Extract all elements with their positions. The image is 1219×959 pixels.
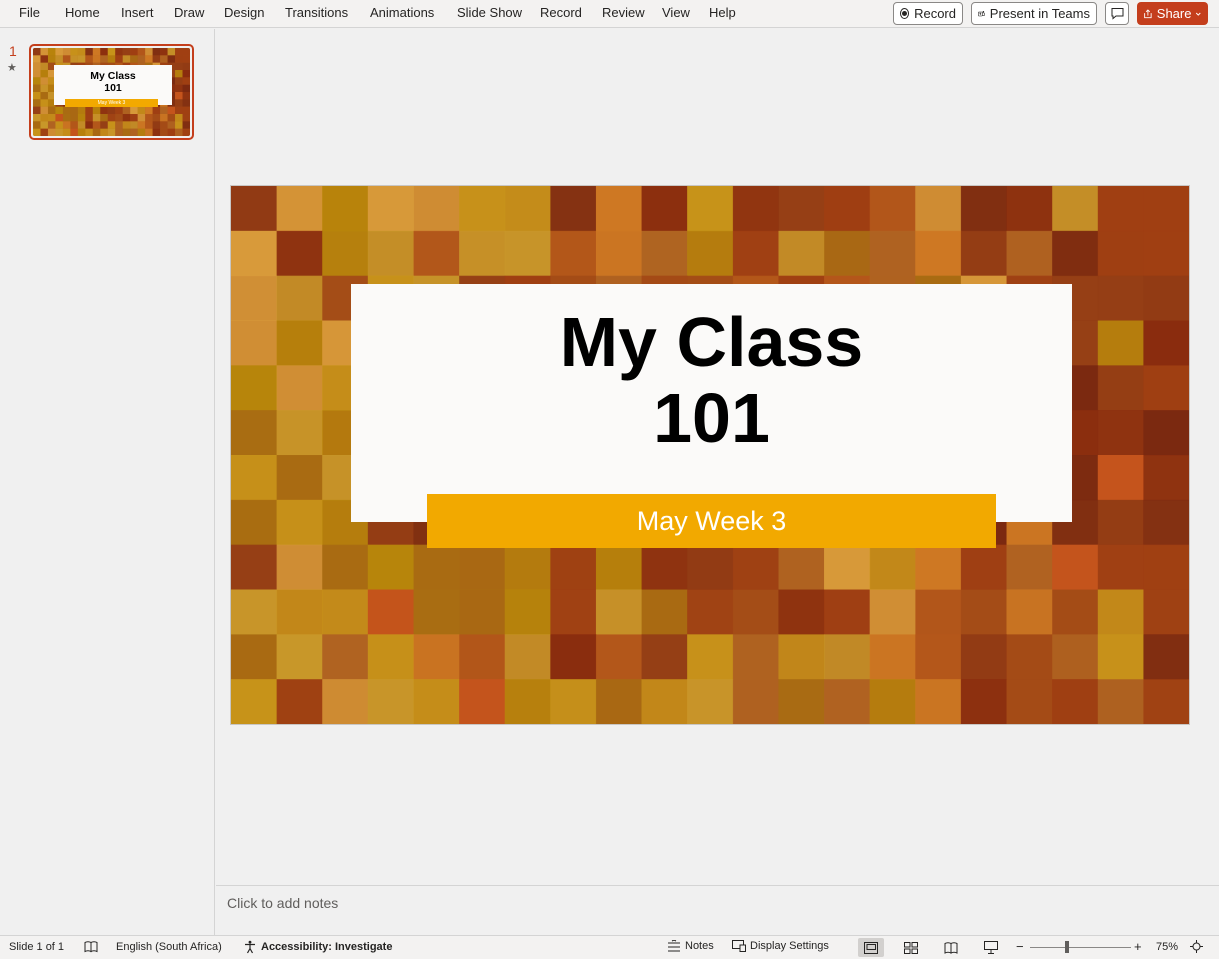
menu-review[interactable]: Review [602,5,645,20]
accessibility-label: Accessibility: Investigate [261,941,393,953]
display-settings-button[interactable]: Display Settings [732,940,829,952]
display-settings-label: Display Settings [750,940,829,952]
comment-icon [1111,8,1123,20]
reading-view-icon [944,941,958,954]
present-in-teams-button[interactable]: Present in Teams [971,2,1097,25]
thumbnail-title-line1: My Class [90,70,136,82]
share-icon [1144,8,1152,18]
zoom-level[interactable]: 75% [1156,941,1178,953]
notes-icon [668,940,680,952]
menu-draw[interactable]: Draw [174,5,204,20]
fit-to-window-button[interactable] [1190,940,1203,953]
notes-toggle-label: Notes [685,940,714,952]
accessibility-icon [245,940,255,954]
thumbnail-subtitle: May Week 3 [65,99,158,107]
teams-icon [978,10,985,16]
notes-placeholder[interactable]: Click to add notes [227,895,338,911]
slide-thumbnail[interactable]: My Class 101 May Week 3 [29,44,194,140]
record-button-label: Record [914,6,956,21]
thumbnail-preview: My Class 101 May Week 3 [33,48,190,136]
menu-help[interactable]: Help [709,5,736,20]
notes-pane[interactable]: Click to add notes [216,885,1219,935]
zoom-in-button[interactable]: + [1134,939,1142,954]
slide-show-view-button[interactable] [978,938,1004,957]
menu-file[interactable]: File [19,5,40,20]
menu-insert[interactable]: Insert [121,5,154,20]
present-button-label: Present in Teams [989,6,1090,21]
spellcheck-icon[interactable] [84,940,98,953]
reading-view-button[interactable] [938,938,964,957]
normal-view-icon [864,941,878,954]
share-button[interactable]: Share [1137,2,1208,25]
chevron-down-icon [1196,12,1202,16]
menu-bar: File Home Insert Draw Design Transitions… [0,0,1219,28]
menu-home[interactable]: Home [65,5,100,20]
zoom-slider[interactable] [1030,947,1131,948]
menu-slide-show[interactable]: Slide Show [457,5,522,20]
slide-sorter-icon [904,941,918,954]
subtitle-placeholder[interactable]: May Week 3 [427,494,996,548]
comments-button[interactable] [1105,2,1129,25]
menu-record[interactable]: Record [540,5,582,20]
language-status[interactable]: English (South Africa) [116,941,222,953]
normal-view-button[interactable] [858,938,884,957]
record-icon [900,8,910,19]
share-button-label: Share [1156,6,1192,21]
status-bar: Slide 1 of 1 English (South Africa) Acce… [0,935,1219,959]
slide-count: Slide 1 of 1 [9,941,65,953]
slide-sorter-view-button[interactable] [898,938,924,957]
slide-thumbnail-pane: 1 ★ My Class 101 May Week 3 [0,29,215,935]
slide-canvas[interactable]: My Class 101 May Week 3 [230,185,1190,725]
menu-design[interactable]: Design [224,5,264,20]
fit-to-window-icon [1190,940,1203,953]
zoom-slider-thumb[interactable] [1065,941,1069,953]
notes-toggle[interactable]: Notes [667,940,714,952]
slide-title-line1: My Class [559,303,864,381]
slide-show-icon [984,941,998,954]
zoom-out-button[interactable]: − [1016,939,1024,954]
slide-title-line2: 101 [653,379,770,457]
thumbnail-slide-number: 1 [9,43,17,59]
menu-view[interactable]: View [662,5,690,20]
menu-transitions[interactable]: Transitions [285,5,348,20]
menu-animations[interactable]: Animations [370,5,434,20]
record-button[interactable]: Record [893,2,963,25]
thumbnail-title-line2: 101 [104,82,122,94]
animation-star-icon: ★ [7,62,17,74]
accessibility-status[interactable]: Accessibility: Investigate [243,940,392,954]
title-placeholder[interactable]: My Class 101 [351,284,1072,522]
display-settings-icon [732,940,746,952]
